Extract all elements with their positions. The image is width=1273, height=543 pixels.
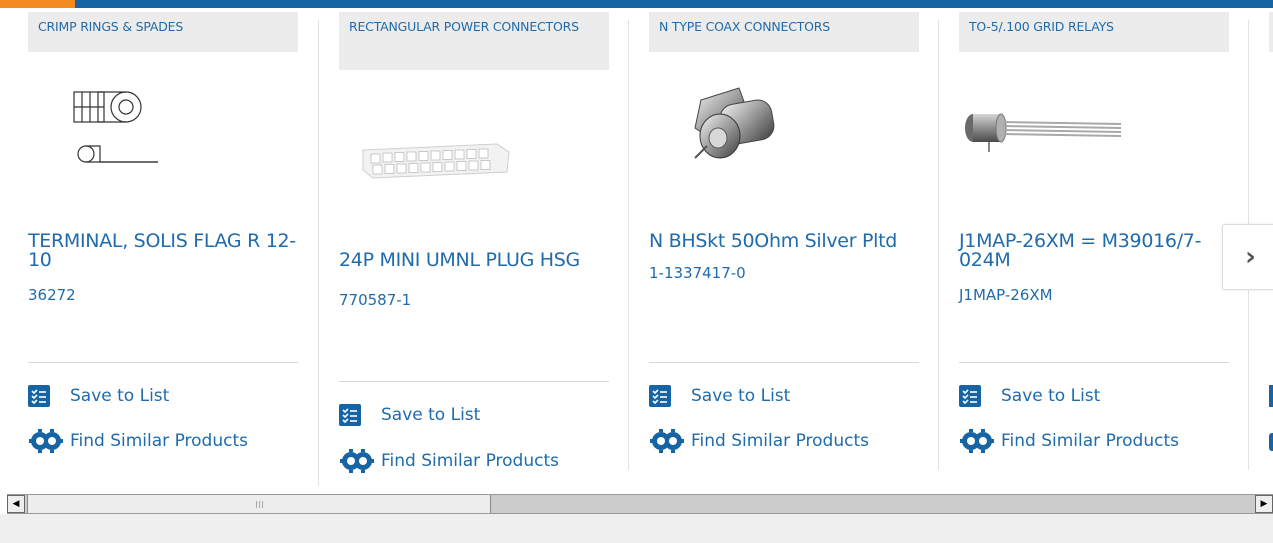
part-number-link[interactable]: 770587-1 [339,291,411,309]
find-similar-label: Find Similar Products [70,431,248,451]
save-to-list-label: Save to List [1001,386,1101,406]
product-image[interactable] [68,78,168,182]
product-card: N TYPE COAX CONNECTORS N BHSkt 50Ohm Sil… [649,8,919,478]
find-similar-label: Find Similar Products [381,451,559,471]
category-label: RECTANGULAR POWER CONNECTORS [339,12,609,70]
scrollbar-thumb[interactable] [27,495,491,513]
product-title-link[interactable]: J1MAP-26XM = M39016/7-024M [959,232,1231,270]
gears-icon [959,429,995,453]
find-similar-button[interactable]: Find Similar Products [339,449,559,473]
chevron-right-icon: › [1245,242,1256,272]
grip-line [258,500,260,508]
card-separator [28,362,298,363]
scroll-left-button[interactable]: ◀ [7,495,25,513]
arrow-left-icon: ◀ [12,499,20,509]
product-title-link[interactable]: N BHSkt 50Ohm Silver Pltd [649,232,939,251]
product-card: RECTANGULAR POWER CONNECTORS 24P MINI UM… [339,8,609,478]
grip-line [255,500,257,508]
card-separator [959,362,1229,363]
card-separator [339,381,609,382]
category-label: TO-5/.100 GRID RELAYS [959,12,1229,52]
save-to-list-button[interactable]: Save to List [959,385,1100,407]
product-title-link[interactable]: 24P MINI UMNL PLUG HSG [339,251,629,270]
product-image[interactable] [357,130,517,194]
grip-line [261,500,263,508]
arrow-right-icon: ▶ [1260,499,1268,509]
product-card: CRIMP RINGS & SPADES TERMINAL, SOLIS FLA… [28,8,298,478]
save-to-list-button[interactable]: Save to List [649,385,790,407]
footer-area [0,514,1273,543]
part-number-link[interactable]: 1-1337417-0 [649,264,746,282]
find-similar-button[interactable]: Find Similar Products [649,429,869,453]
card-divider [938,20,939,470]
save-to-list-label: Save to List [381,405,481,425]
gears-icon [339,449,375,473]
save-to-list-button[interactable]: Save to List [28,385,169,407]
card-divider [318,20,319,486]
part-number-link[interactable]: 36272 [28,286,76,304]
find-similar-label: Find Similar Products [1001,431,1179,451]
checklist-icon [649,385,671,407]
category-label: CRIMP RINGS & SPADES [28,12,298,52]
save-to-list-label: Save to List [691,386,791,406]
product-title-link[interactable]: TERMINAL, SOLIS FLAG R 12-10 [28,232,298,270]
find-similar-label: Find Similar Products [691,431,869,451]
product-image[interactable] [687,80,787,184]
find-similar-button[interactable]: Find Similar Products [28,429,248,453]
save-to-list-button[interactable]: Save to List [339,404,480,426]
scroll-right-button[interactable]: ▶ [1255,495,1273,513]
checklist-icon[interactable] [1269,385,1273,407]
card-separator [649,362,919,363]
save-to-list-label: Save to List [70,386,170,406]
category-label: N TYPE COAX CONNECTORS [649,12,919,52]
checklist-icon [959,385,981,407]
product-card: TO-5/.100 GRID RELAYS J1MAP-26XM = M3901… [959,8,1229,478]
top-accent-bar [0,0,1273,8]
horizontal-scrollbar[interactable]: ◀ ▶ [7,494,1273,514]
gears-icon [28,429,64,453]
product-image[interactable] [963,106,1123,158]
card-divider [628,20,629,470]
find-similar-button[interactable]: Find Similar Products [959,429,1179,453]
gears-icon[interactable] [1269,433,1273,451]
product-carousel: CRIMP RINGS & SPADES TERMINAL, SOLIS FLA… [0,8,1273,486]
carousel-next-button[interactable]: › [1222,224,1273,290]
checklist-icon [339,404,361,426]
top-accent-segment [0,0,75,8]
part-number-link[interactable]: J1MAP-26XM [959,286,1053,304]
checklist-icon [28,385,50,407]
category-label [1269,12,1273,52]
gears-icon [649,429,685,453]
